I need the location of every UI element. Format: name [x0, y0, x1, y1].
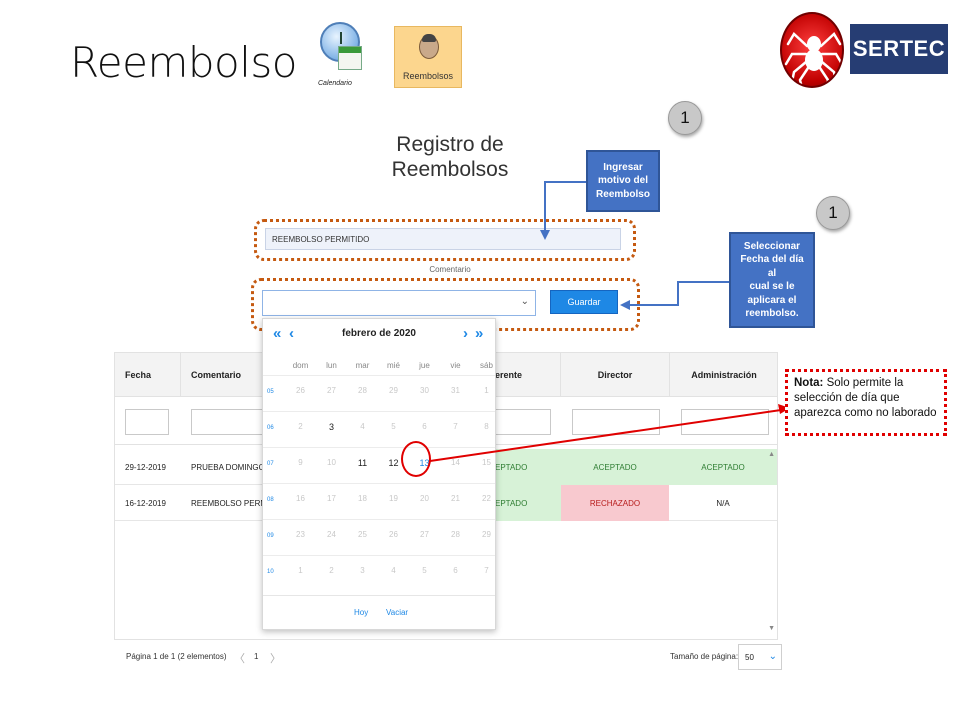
pager-summary: Página 1 de 1 (2 elementos)	[126, 652, 227, 661]
next-page-icon[interactable]: 〉	[270, 650, 281, 666]
annotation-arrow	[429, 181, 790, 462]
note-bold: Nota:	[794, 377, 824, 389]
page-size-label: Tamaño de página:	[670, 652, 739, 661]
note-box: Nota: Solo permite la selección de día q…	[785, 369, 947, 436]
page-size-value: 50	[745, 653, 754, 662]
current-page[interactable]: 1	[254, 652, 258, 661]
prev-page-icon[interactable]: 〈	[234, 650, 245, 666]
page-size-select[interactable]: 50 ⌄	[738, 644, 782, 670]
chevron-down-icon[interactable]: ⌄	[769, 651, 777, 662]
